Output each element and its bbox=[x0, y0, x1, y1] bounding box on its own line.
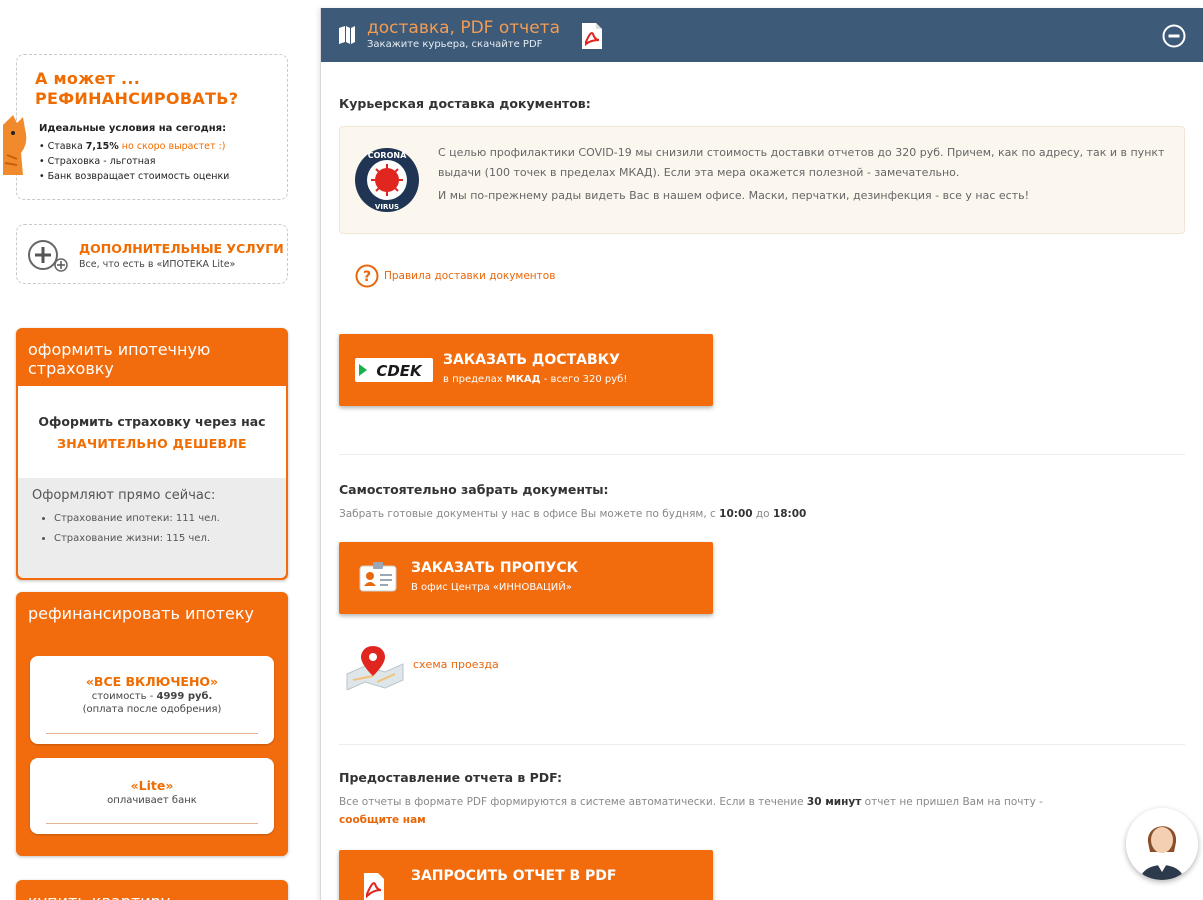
panel-subtitle: Закажите курьера, скачайте PDF bbox=[367, 39, 543, 50]
pdf-file-icon bbox=[364, 873, 384, 900]
cat-mascot-icon bbox=[3, 115, 27, 175]
card-divider bbox=[46, 733, 258, 734]
id-card-icon bbox=[359, 562, 397, 592]
request-pdf-label: ЗАПРОСИТЬ ОТЧЕТ В PDF bbox=[411, 868, 617, 884]
insurance-offer: Оформить страховку через нас ЗНАЧИТЕЛЬНО… bbox=[18, 386, 286, 478]
refinance-promo-banner[interactable]: А может ... РЕФИНАНСИРОВАТЬ? Идеальные у… bbox=[3, 54, 288, 200]
card-divider bbox=[46, 823, 258, 824]
courier-section-title: Курьерская доставка документов: bbox=[339, 96, 591, 111]
section-divider bbox=[339, 454, 1185, 455]
additional-services-title: ДОПОЛНИТЕЛЬНЫЕ УСЛУГИ bbox=[79, 241, 284, 256]
order-delivery-button[interactable]: CDEK ЗАКАЗАТЬ ДОСТАВКУ в пределах МКАД -… bbox=[339, 334, 713, 406]
buy-apartment-box[interactable]: купить квартиру bbox=[16, 880, 288, 900]
corona-virus-badge-icon: CORONA VIRUS bbox=[355, 148, 419, 212]
pdf-description: Все отчеты в формате PDF формируются в с… bbox=[339, 796, 1043, 808]
badge-bottom-text: VIRUS bbox=[375, 203, 399, 211]
cdek-logo-text: CDEK bbox=[376, 362, 423, 380]
promo-appraisal-item: Банк возвращает стоимость оценки bbox=[39, 171, 230, 182]
collapse-icon[interactable] bbox=[1162, 24, 1186, 48]
order-pass-button[interactable]: ЗАКАЗАТЬ ПРОПУСК В офис Центра «ИННОВАЦИ… bbox=[339, 542, 713, 614]
request-pdf-button[interactable]: ЗАПРОСИТЬ ОТЧЕТ В PDF bbox=[339, 850, 713, 900]
all-inclusive-title: «ВСЕ ВКЛЮЧЕНО» bbox=[85, 674, 219, 689]
pdf-section-title: Предоставление отчета в PDF: bbox=[339, 770, 563, 785]
contact-us-link[interactable]: сообщите нам bbox=[339, 814, 426, 826]
refinance-box: рефинансировать ипотеку «ВСЕ ВКЛЮЧЕНО» с… bbox=[16, 592, 288, 856]
pdf-icon bbox=[582, 23, 602, 49]
question-circle-icon: ? bbox=[355, 264, 379, 288]
consultant-avatar[interactable] bbox=[1126, 808, 1198, 880]
refinance-heading: рефинансировать ипотеку bbox=[28, 604, 254, 623]
insurance-offer-line1: Оформить страховку через нас bbox=[38, 414, 266, 429]
route-map-label: схема проезда bbox=[413, 658, 499, 671]
insurance-now-label: Оформляют прямо сейчас: bbox=[32, 488, 216, 503]
lite-title: «Lite» bbox=[130, 778, 174, 793]
section-divider bbox=[339, 744, 1185, 745]
lite-card[interactable]: «Lite» оплачивает банк bbox=[30, 758, 274, 834]
map-pin-icon bbox=[346, 646, 404, 691]
lite-note: оплачивает банк bbox=[107, 795, 197, 806]
pickup-description: Забрать готовые документы у нас в офисе … bbox=[339, 508, 807, 520]
consultant-person-icon bbox=[1126, 808, 1198, 880]
plus-circle-icon bbox=[28, 240, 68, 272]
map-icon bbox=[339, 26, 355, 44]
insurance-stats: Оформляют прямо сейчас: Страхование ипот… bbox=[18, 478, 286, 578]
panel-header[interactable]: доставка, PDF отчета Закажите курьера, с… bbox=[321, 8, 1203, 62]
route-map-link[interactable]: схема проезда bbox=[343, 644, 499, 694]
additional-services-subtitle: Все, что есть в «ИПОТЕКА Lite» bbox=[79, 259, 236, 270]
insurance-stat-item: Страхование жизни: 115 чел. bbox=[54, 533, 272, 544]
svg-text:?: ? bbox=[363, 269, 371, 285]
promo-rate-item: Ставка 7,15% но скоро вырастет :) bbox=[39, 141, 229, 152]
insurance-offer-line2: ЗНАЧИТЕЛЬНО ДЕШЕВЛЕ bbox=[57, 436, 247, 451]
order-delivery-sublabel: в пределах МКАД - всего 320 руб! bbox=[443, 374, 628, 385]
order-pass-sublabel: В офис Центра «ИННОВАЦИЙ» bbox=[411, 582, 572, 593]
notice-paragraph-2: И мы по-прежнему рады видеть Вас в нашем… bbox=[438, 189, 1030, 202]
order-delivery-label: ЗАКАЗАТЬ ДОСТАВКУ bbox=[443, 352, 620, 368]
promo-subtitle: Идеальные условия на сегодня: bbox=[39, 123, 227, 134]
order-pass-label: ЗАКАЗАТЬ ПРОПУСК bbox=[411, 560, 579, 576]
insurance-box[interactable]: оформить ипотечную страховку Оформить ст… bbox=[16, 328, 288, 580]
buy-apartment-heading: купить квартиру bbox=[16, 880, 288, 900]
insurance-heading: оформить ипотечную страховку bbox=[28, 340, 211, 378]
additional-services-link[interactable]: ДОПОЛНИТЕЛЬНЫЕ УСЛУГИ Все, что есть в «И… bbox=[16, 224, 288, 284]
insurance-stats-list: Страхование ипотеки: 111 чел. Страховани… bbox=[54, 513, 272, 544]
all-inclusive-note: (оплата после одобрения) bbox=[82, 704, 222, 715]
pickup-section-title: Самостоятельно забрать документы: bbox=[339, 482, 609, 497]
left-sidebar: А может ... РЕФИНАНСИРОВАТЬ? Идеальные у… bbox=[0, 0, 300, 900]
promo-insurance-item: Страховка - льготная bbox=[39, 156, 229, 167]
insurance-stat-item: Страхование ипотеки: 111 чел. bbox=[54, 513, 272, 524]
delivery-rules-link[interactable]: ? Правила доставки документов bbox=[355, 264, 555, 288]
covid-notice: CORONA VIRUS С целью профилактики COVID-… bbox=[339, 126, 1185, 234]
all-inclusive-card[interactable]: «ВСЕ ВКЛЮЧЕНО» стоимость - 4999 руб. (оп… bbox=[30, 656, 274, 744]
delivery-panel: доставка, PDF отчета Закажите курьера, с… bbox=[320, 8, 1203, 900]
badge-top-text: CORONA bbox=[368, 151, 407, 160]
promo-title-1: А может ... bbox=[35, 69, 141, 88]
promo-list: Ставка 7,15% но скоро вырастет :) Страхо… bbox=[39, 141, 230, 186]
notice-paragraph-1: С целью профилактики COVID-19 мы снизили… bbox=[438, 146, 1165, 179]
all-inclusive-price: стоимость - 4999 руб. bbox=[91, 691, 213, 702]
panel-title: доставка, PDF отчета bbox=[367, 18, 560, 38]
promo-title-2: РЕФИНАНСИРОВАТЬ? bbox=[35, 89, 239, 108]
delivery-rules-label: Правила доставки документов bbox=[384, 270, 556, 282]
cdek-logo-icon: CDEK bbox=[355, 358, 433, 382]
